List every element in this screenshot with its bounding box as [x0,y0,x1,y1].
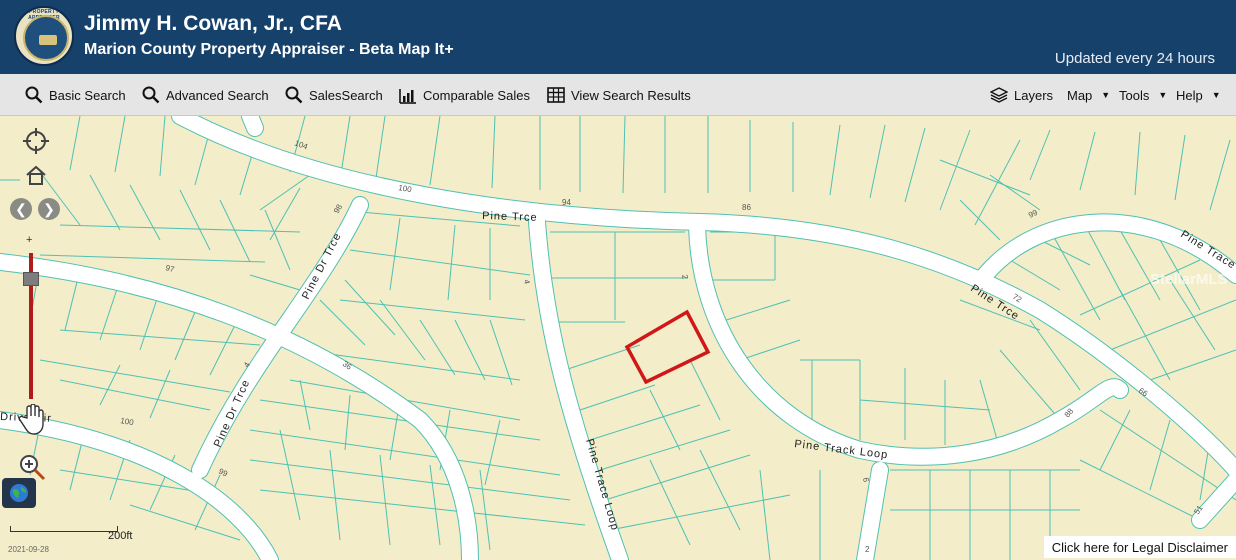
lot-number: 94 [562,198,571,207]
bar-chart-icon [399,89,416,104]
update-notice: Updated every 24 hours [1054,50,1215,67]
scale-bar [10,526,118,532]
app-title: Jimmy H. Cowan, Jr., CFA [84,12,342,35]
caret-down-icon: ▼ [1211,90,1221,100]
layers-icon [990,87,1008,103]
map-canvas[interactable]: Pine Trce Pine Dr Trce Pine Dr Trce Pine… [0,116,1236,560]
appraiser-seal-logo: PROPERTY APPRAISER [14,6,74,66]
scale-label: 200ft [108,530,133,542]
road-label: Pine Trce [482,210,538,224]
tools-menu[interactable]: Tools ▼ [1119,74,1167,116]
caret-down-icon: ▼ [1158,90,1168,100]
home-icon [26,165,46,185]
view-search-results-button[interactable]: View Search Results [547,74,691,116]
legal-disclaimer-link[interactable]: Click here for Legal Disclaimer [1043,536,1236,558]
map-date: 2021-09-28 [8,545,49,554]
map-menu[interactable]: Map ▼ [1067,74,1110,116]
locate-me-button[interactable] [22,127,50,160]
chevron-right-icon: ❯ [43,200,55,217]
caret-down-icon: ▼ [1101,90,1111,100]
basic-search-label: Basic Search [49,87,126,103]
globe-icon [10,484,28,502]
help-menu-label: Help [1176,87,1203,103]
previous-extent-button[interactable]: ❮ [10,198,32,220]
search-icon [25,86,43,104]
tools-menu-label: Tools [1119,87,1150,103]
comparable-sales-button[interactable]: Comparable Sales [399,74,530,116]
lot-number: 86 [742,203,751,212]
lot-number: 2 [865,545,870,554]
basemap-toggle-button[interactable] [2,478,36,508]
crosshair-icon [23,128,49,154]
map-menu-label: Map [1067,87,1093,103]
layers-label: Layers [1014,87,1054,103]
sales-search-button[interactable]: SalesSearch [285,74,383,116]
zoom-slider-plus-icon: + [26,234,33,246]
home-extent-button[interactable] [24,163,48,192]
search-icon [285,86,303,104]
app-header: PROPERTY APPRAISER Jimmy H. Cowan, Jr., … [0,0,1236,74]
zoom-slider-handle[interactable] [23,272,39,286]
hand-cursor-icon [18,403,44,435]
pan-tool-button[interactable] [18,403,46,441]
toolbar: Basic Search Advanced Search SalesSearch… [0,74,1236,116]
sales-search-label: SalesSearch [309,87,383,103]
table-icon [547,87,565,103]
comparable-sales-label: Comparable Sales [423,87,530,103]
advanced-search-button[interactable]: Advanced Search [142,74,269,116]
search-icon [142,86,160,104]
layers-button[interactable]: Layers [990,74,1053,116]
app-subtitle: Marion County Property Appraiser - Beta … [84,41,454,58]
help-menu[interactable]: Help ▼ [1176,74,1221,116]
view-search-results-label: View Search Results [571,87,691,103]
next-extent-button[interactable]: ❯ [38,198,60,220]
basic-search-button[interactable]: Basic Search [25,74,126,116]
parcel-map[interactable]: Pine Trce Pine Dr Trce Pine Dr Trce Pine… [0,116,1236,560]
stellarmls-watermark: StellarMLS [1150,271,1228,288]
advanced-search-label: Advanced Search [166,87,269,103]
chevron-left-icon: ❮ [15,200,27,217]
